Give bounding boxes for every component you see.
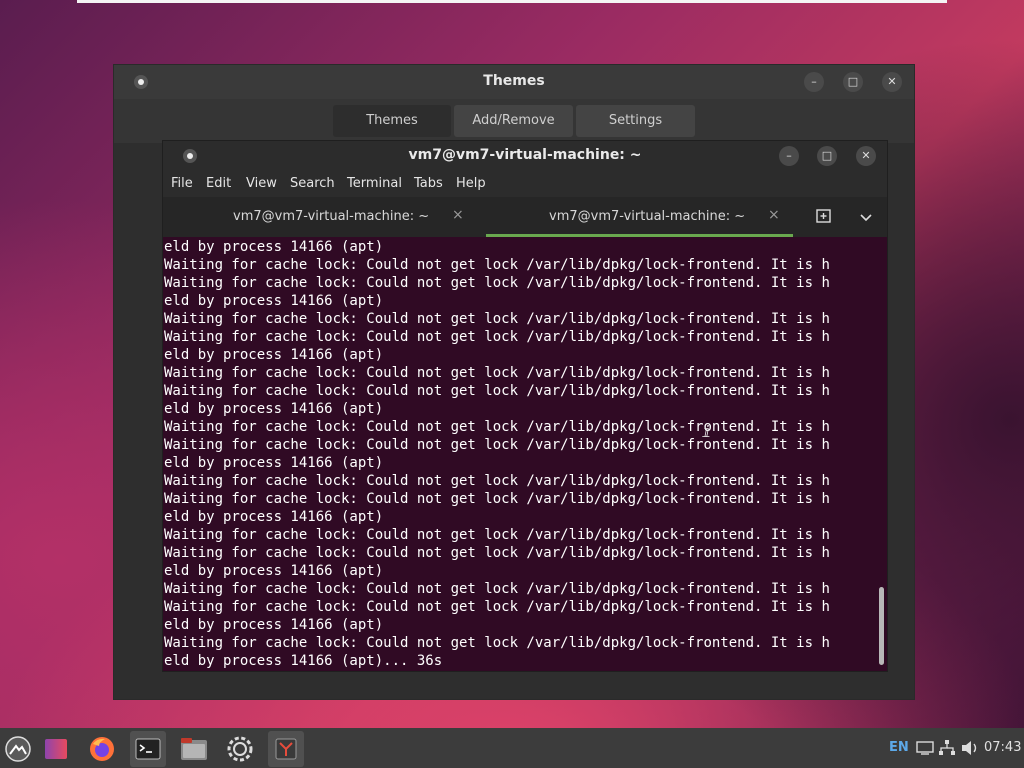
terminal-line: Waiting for cache lock: Could not get lo… — [164, 491, 830, 507]
terminal-line: eld by process 14166 (apt) — [164, 293, 384, 309]
close-tab-icon[interactable]: × — [768, 207, 780, 223]
terminal-tab-2[interactable]: vm7@vm7-virtual-machine: ~ × — [486, 197, 793, 237]
terminal-output[interactable]: eld by process 14166 (apt) Waiting for ca… — [163, 237, 887, 671]
terminal-line: Waiting for cache lock: Could not get lo… — [164, 473, 830, 489]
terminal-line: Waiting for cache lock: Could not get lo… — [164, 311, 830, 327]
settings-icon[interactable] — [222, 731, 258, 767]
menu-edit[interactable]: Edit — [206, 176, 231, 191]
maximize-icon[interactable]: □ — [843, 72, 863, 92]
terminal-tab-label: vm7@vm7-virtual-machine: ~ — [233, 209, 430, 224]
themes-window-title: Themes — [483, 73, 545, 89]
terminal-tabbar: vm7@vm7-virtual-machine: ~ × vm7@vm7-vir… — [163, 197, 887, 237]
tab-themes[interactable]: Themes — [333, 105, 451, 137]
tab-label: Themes — [366, 113, 418, 128]
terminal-line: Waiting for cache lock: Could not get lo… — [164, 419, 830, 435]
terminal-line: Waiting for cache lock: Could not get lo… — [164, 383, 830, 399]
keyboard-layout[interactable]: EN — [889, 740, 909, 755]
tab-settings[interactable]: Settings — [576, 105, 695, 137]
terminal-lines: eld by process 14166 (apt) Waiting for ca… — [164, 238, 830, 670]
volume-icon[interactable] — [960, 739, 980, 761]
terminal-line: Waiting for cache lock: Could not get lo… — [164, 365, 830, 381]
text-cursor-icon: ⅈ — [702, 422, 712, 441]
maximize-icon[interactable]: □ — [817, 146, 837, 166]
menu-icon[interactable] — [0, 731, 36, 767]
app-icon[interactable] — [268, 731, 304, 767]
terminal-line: eld by process 14166 (apt) — [164, 509, 384, 525]
themes-titlebar[interactable]: Themes – □ ✕ — [114, 65, 914, 99]
terminal-line: Waiting for cache lock: Could not get lo… — [164, 599, 830, 615]
terminal-tab-label: vm7@vm7-virtual-machine: ~ — [549, 209, 746, 224]
close-icon[interactable]: ✕ — [856, 146, 876, 166]
taskbar: EN 07:43 — [0, 728, 1024, 768]
terminal-menubar: File Edit View Search Terminal Tabs Help — [163, 171, 887, 197]
chevron-down-icon[interactable] — [858, 209, 874, 225]
menu-file[interactable]: File — [171, 176, 193, 191]
clock[interactable]: 07:43 — [984, 740, 1021, 755]
tab-add-remove[interactable]: Add/Remove — [454, 105, 573, 137]
menu-terminal[interactable]: Terminal — [347, 176, 402, 191]
display-icon[interactable] — [916, 740, 934, 760]
terminal-line: Waiting for cache lock: Could not get lo… — [164, 329, 830, 345]
network-icon[interactable] — [938, 739, 956, 761]
terminal-line: eld by process 14166 (apt) — [164, 239, 384, 255]
terminal-line: eld by process 14166 (apt) — [164, 401, 384, 417]
terminal-line: eld by process 14166 (apt) — [164, 563, 384, 579]
menu-tabs[interactable]: Tabs — [414, 176, 443, 191]
firefox-icon[interactable] — [84, 731, 120, 767]
terminal-line: Waiting for cache lock: Could not get lo… — [164, 257, 830, 273]
tab-label: Add/Remove — [472, 113, 555, 128]
themes-icon[interactable] — [38, 731, 74, 767]
terminal-tab-1[interactable]: vm7@vm7-virtual-machine: ~ × — [163, 197, 485, 237]
terminal-line: Waiting for cache lock: Could not get lo… — [164, 437, 830, 453]
terminal-line: Waiting for cache lock: Could not get lo… — [164, 635, 830, 651]
terminal-line: Waiting for cache lock: Could not get lo… — [164, 545, 830, 561]
scrollbar[interactable] — [879, 587, 884, 665]
terminal-line: Waiting for cache lock: Could not get lo… — [164, 581, 830, 597]
top-window-edge — [77, 0, 947, 3]
terminal-line: Waiting for cache lock: Could not get lo… — [164, 275, 830, 291]
terminal-line: eld by process 14166 (apt) — [164, 455, 384, 471]
terminal-line: eld by process 14166 (apt) — [164, 617, 384, 633]
terminal-line: eld by process 14166 (apt) — [164, 347, 384, 363]
themes-tabbar: Themes Add/Remove Settings — [114, 99, 914, 143]
menu-help[interactable]: Help — [456, 176, 486, 191]
menu-search[interactable]: Search — [290, 176, 335, 191]
tab-label: Settings — [608, 113, 663, 128]
minimize-icon[interactable]: – — [804, 72, 824, 92]
menu-view[interactable]: View — [246, 176, 277, 191]
terminal-icon[interactable] — [130, 731, 166, 767]
terminal-line: eld by process 14166 (apt)... 36s — [164, 653, 443, 669]
terminal-line: Waiting for cache lock: Could not get lo… — [164, 527, 830, 543]
new-tab-icon[interactable] — [815, 207, 833, 225]
files-icon[interactable] — [176, 731, 212, 767]
close-tab-icon[interactable]: × — [452, 207, 464, 223]
terminal-window: vm7@vm7-virtual-machine: ~ – □ ✕ File Ed… — [162, 140, 888, 672]
close-icon[interactable]: ✕ — [882, 72, 902, 92]
terminal-titlebar[interactable]: vm7@vm7-virtual-machine: ~ – □ ✕ — [163, 141, 887, 171]
minimize-icon[interactable]: – — [779, 146, 799, 166]
